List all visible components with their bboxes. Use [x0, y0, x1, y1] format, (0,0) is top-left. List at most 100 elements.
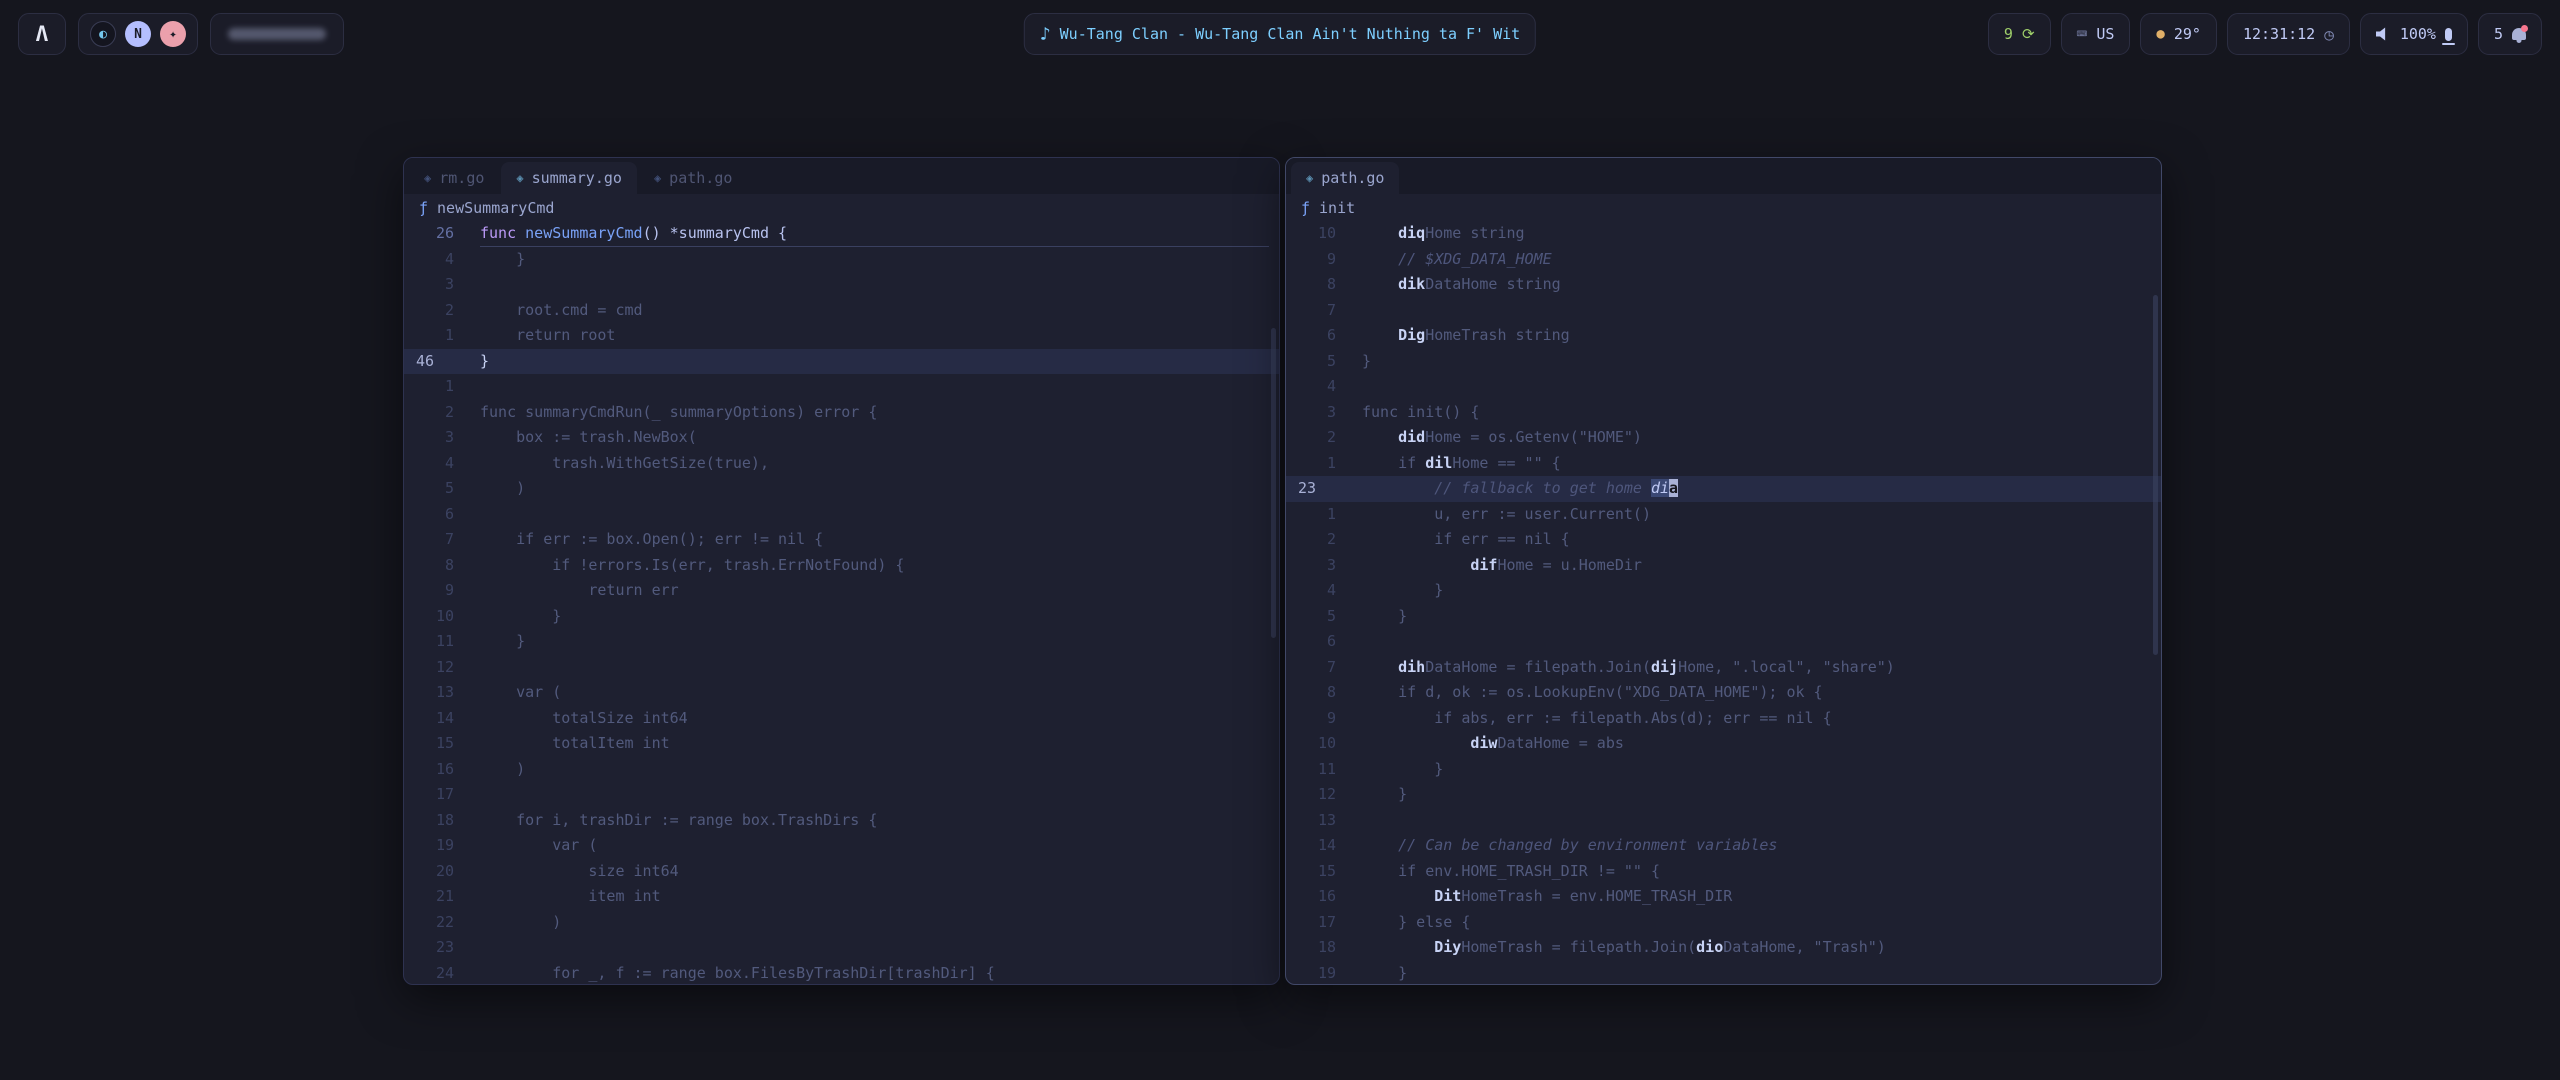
line-text: DitHomeTrash = env.HOME_TRASH_DIR	[1336, 884, 1732, 910]
line-number: 2	[1286, 425, 1336, 451]
code-line[interactable]: 2 root.cmd = cmd	[404, 298, 1279, 324]
tab-path.go[interactable]: ◈path.go	[639, 162, 747, 194]
line-number: 10	[404, 604, 454, 630]
tab-path.go[interactable]: ◈path.go	[1291, 162, 1399, 194]
code-line[interactable]: 6	[404, 502, 1279, 528]
code-line[interactable]: 10 diqHome string	[1286, 221, 2161, 247]
code-line[interactable]: 23 // fallback to get home dia	[1286, 476, 2161, 502]
code-line[interactable]: 4 }	[1286, 578, 2161, 604]
code-line[interactable]: 5 )	[404, 476, 1279, 502]
code-line[interactable]: 1 return root	[404, 323, 1279, 349]
keyboard-icon: ⌨	[2077, 24, 2088, 45]
code-line[interactable]: 2 didHome = os.Getenv("HOME")	[1286, 425, 2161, 451]
code-line[interactable]: 10 diwDataHome = abs	[1286, 731, 2161, 757]
code-line[interactable]: 11 }	[404, 629, 1279, 655]
code-line[interactable]: 17	[404, 782, 1279, 808]
code-line[interactable]: 8 if d, ok := os.LookupEnv("XDG_DATA_HOM…	[1286, 680, 2161, 706]
code-line[interactable]: 3 box := trash.NewBox(	[404, 425, 1279, 451]
code-line[interactable]: 24 for _, f := range box.FilesByTrashDir…	[404, 961, 1279, 985]
weather-value: 29°	[2174, 25, 2201, 43]
code-line[interactable]: 3func init() {	[1286, 400, 2161, 426]
code-line[interactable]: 5}	[1286, 349, 2161, 375]
scrollbar[interactable]	[2153, 295, 2158, 655]
line-text: // $XDG_DATA_HOME	[1336, 247, 1552, 273]
code-line[interactable]: 18 for i, trashDir := range box.TrashDir…	[404, 808, 1279, 834]
code-line[interactable]: 22 )	[404, 910, 1279, 936]
workspace-3-indicator[interactable]: ✦	[160, 21, 186, 47]
line-number: 8	[404, 553, 454, 579]
line-text: if d, ok := os.LookupEnv("XDG_DATA_HOME"…	[1336, 680, 1823, 706]
code-line[interactable]: 12	[404, 655, 1279, 681]
code-line[interactable]: 2func summaryCmdRun(_ summaryOptions) er…	[404, 400, 1279, 426]
code-line[interactable]: 4 trash.WithGetSize(true),	[404, 451, 1279, 477]
line-number: 19	[404, 833, 454, 859]
code-line[interactable]: 8 dikDataHome string	[1286, 272, 2161, 298]
code-line[interactable]: 46}	[404, 349, 1279, 375]
keyboard-layout-widget[interactable]: ⌨ US	[2061, 13, 2131, 55]
line-text: return err	[454, 578, 679, 604]
code-line[interactable]: 15 totalItem int	[404, 731, 1279, 757]
tab-rm.go[interactable]: ◈rm.go	[409, 162, 499, 194]
line-text: if env.HOME_TRASH_DIR != "" {	[1336, 859, 1660, 885]
workspace-1-indicator[interactable]: ◐	[90, 21, 116, 47]
tab-summary.go[interactable]: ◈summary.go	[501, 162, 637, 194]
code-line[interactable]: 20 size int64	[404, 859, 1279, 885]
code-line[interactable]: 9 // $XDG_DATA_HOME	[1286, 247, 2161, 273]
code-line[interactable]: 7 dihDataHome = filepath.Join(dijHome, "…	[1286, 655, 2161, 681]
code-line[interactable]: 14 totalSize int64	[404, 706, 1279, 732]
code-line[interactable]: 4 }	[404, 247, 1279, 273]
workspace-2-indicator[interactable]: N	[125, 21, 151, 47]
code-line[interactable]: 4	[1286, 374, 2161, 400]
code-line[interactable]: 16 DitHomeTrash = env.HOME_TRASH_DIR	[1286, 884, 2161, 910]
line-number: 5	[1286, 349, 1336, 375]
code-line[interactable]: 1 u, err := user.Current()	[1286, 502, 2161, 528]
media-player-widget[interactable]: ♪ Wu-Tang Clan - Wu-Tang Clan Ain't Nuth…	[1024, 13, 1536, 55]
code-line[interactable]: 17 } else {	[1286, 910, 2161, 936]
code-line[interactable]: 1 if dilHome == "" {	[1286, 451, 2161, 477]
bell-icon	[2512, 28, 2526, 40]
line-number: 6	[1286, 323, 1336, 349]
code-line[interactable]: 8 if !errors.Is(err, trash.ErrNotFound) …	[404, 553, 1279, 579]
code-line[interactable]: 9 return err	[404, 578, 1279, 604]
code-line[interactable]: 9 if abs, err := filepath.Abs(d); err ==…	[1286, 706, 2161, 732]
code-line[interactable]: 5 }	[1286, 604, 2161, 630]
line-number: 26	[404, 221, 454, 247]
line-number: 1	[1286, 502, 1336, 528]
code-line[interactable]: 1	[404, 374, 1279, 400]
code-line[interactable]: 13	[1286, 808, 2161, 834]
volume-widget[interactable]: 100%	[2360, 13, 2468, 55]
line-number: 10	[1286, 731, 1336, 757]
code-line[interactable]: 6 DigHomeTrash string	[1286, 323, 2161, 349]
code-line[interactable]: 23	[404, 935, 1279, 961]
keyboard-layout-value: US	[2096, 25, 2114, 43]
code-line[interactable]: 12 }	[1286, 782, 2161, 808]
code-line[interactable]: 21 item int	[404, 884, 1279, 910]
code-line[interactable]: 11 }	[1286, 757, 2161, 783]
code-line[interactable]: 19 }	[1286, 961, 2161, 985]
code-line[interactable]: 6	[1286, 629, 2161, 655]
code-line[interactable]: 14 // Can be changed by environment vari…	[1286, 833, 2161, 859]
code-line[interactable]: 3 difHome = u.HomeDir	[1286, 553, 2161, 579]
weather-widget[interactable]: ● 29°	[2140, 13, 2217, 55]
sticky-context-line[interactable]: 26func newSummaryCmd() *summaryCmd {	[404, 221, 1279, 247]
code-line[interactable]: 18 DiyHomeTrash = filepath.Join(dioDataH…	[1286, 935, 2161, 961]
notifications-widget[interactable]: 5	[2478, 13, 2542, 55]
line-number: 22	[404, 910, 454, 936]
line-number: 6	[1286, 629, 1336, 655]
updates-widget[interactable]: 9 ⟳	[1988, 13, 2051, 55]
code-line[interactable]: 10 }	[404, 604, 1279, 630]
music-note-icon: ♪	[1040, 24, 1051, 45]
scrollbar[interactable]	[1271, 328, 1276, 638]
line-text	[1336, 298, 1362, 324]
launcher-button[interactable]: Λ	[18, 13, 66, 55]
code-line[interactable]: 7 if err := box.Open(); err != nil {	[404, 527, 1279, 553]
code-line[interactable]: 7	[1286, 298, 2161, 324]
code-line[interactable]: 19 var (	[404, 833, 1279, 859]
code-line[interactable]: 15 if env.HOME_TRASH_DIR != "" {	[1286, 859, 2161, 885]
code-line[interactable]: 13 var (	[404, 680, 1279, 706]
clock-widget[interactable]: 12:31:12 ◷	[2227, 13, 2350, 55]
redacted-widget[interactable]	[210, 13, 344, 55]
code-line[interactable]: 3	[404, 272, 1279, 298]
code-line[interactable]: 2 if err == nil {	[1286, 527, 2161, 553]
code-line[interactable]: 16 )	[404, 757, 1279, 783]
